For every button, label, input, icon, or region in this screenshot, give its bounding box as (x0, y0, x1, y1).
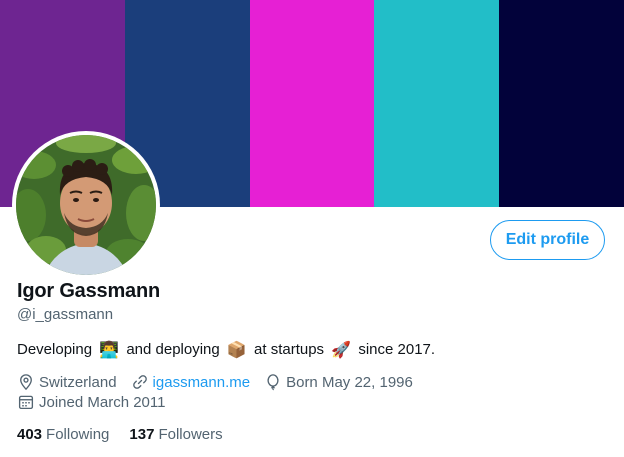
bio-text-1: Developing (17, 341, 93, 358)
profile-page: Edit profile Igor Gassmann @i_gassmann D… (0, 0, 624, 457)
followers-link[interactable]: 137 Followers (129, 426, 222, 443)
joined-text: Joined March 2011 (39, 393, 166, 411)
edit-profile-button[interactable]: Edit profile (490, 220, 605, 260)
balloon-icon (267, 374, 279, 391)
display-name: Igor Gassmann (17, 280, 160, 302)
bio-text-2: and deploying (126, 341, 220, 358)
following-count: 403 (17, 426, 43, 443)
banner-stripe-magenta (249, 0, 375, 207)
joined-item: Joined March 2011 (17, 393, 165, 411)
bio-text-4: since 2017. (358, 341, 436, 358)
website-item[interactable]: igassmann.me (131, 373, 251, 391)
website-link[interactable]: igassmann.me (153, 374, 251, 391)
rocket-emoji-icon: 🚀 (331, 342, 352, 359)
location-text: Switzerland (39, 373, 117, 391)
calendar-icon (18, 395, 34, 410)
user-handle: @i_gassmann (17, 306, 114, 323)
avatar[interactable] (12, 131, 160, 279)
following-link[interactable]: 403 Following (17, 426, 109, 443)
following-label: Following (46, 426, 110, 443)
profile-meta-row-1: Switzerland igassmann.me Born May 22, 19… (17, 373, 427, 391)
followers-count: 137 (129, 426, 155, 443)
bio-text-3: at startups (254, 341, 325, 358)
follow-stats: 403 Following 137 Followers (17, 426, 243, 443)
location-item: Switzerland (17, 373, 117, 391)
location-pin-icon (20, 374, 32, 391)
birthday-text: Born May 22, 1996 (286, 373, 413, 391)
birthday-item: Born May 22, 1996 (264, 373, 413, 391)
banner-stripe-dark (499, 0, 624, 207)
profile-bio: Developing 👨‍💻 and deploying 📦 at startu… (17, 340, 435, 360)
technologist-emoji-icon: 👨‍💻 (99, 342, 120, 359)
followers-label: Followers (158, 426, 223, 443)
banner-stripe-teal (374, 0, 500, 207)
avatar-photo (16, 135, 156, 275)
profile-meta-row-2: Joined March 2011 (17, 393, 179, 411)
package-emoji-icon: 📦 (226, 342, 247, 359)
link-icon (132, 375, 147, 389)
